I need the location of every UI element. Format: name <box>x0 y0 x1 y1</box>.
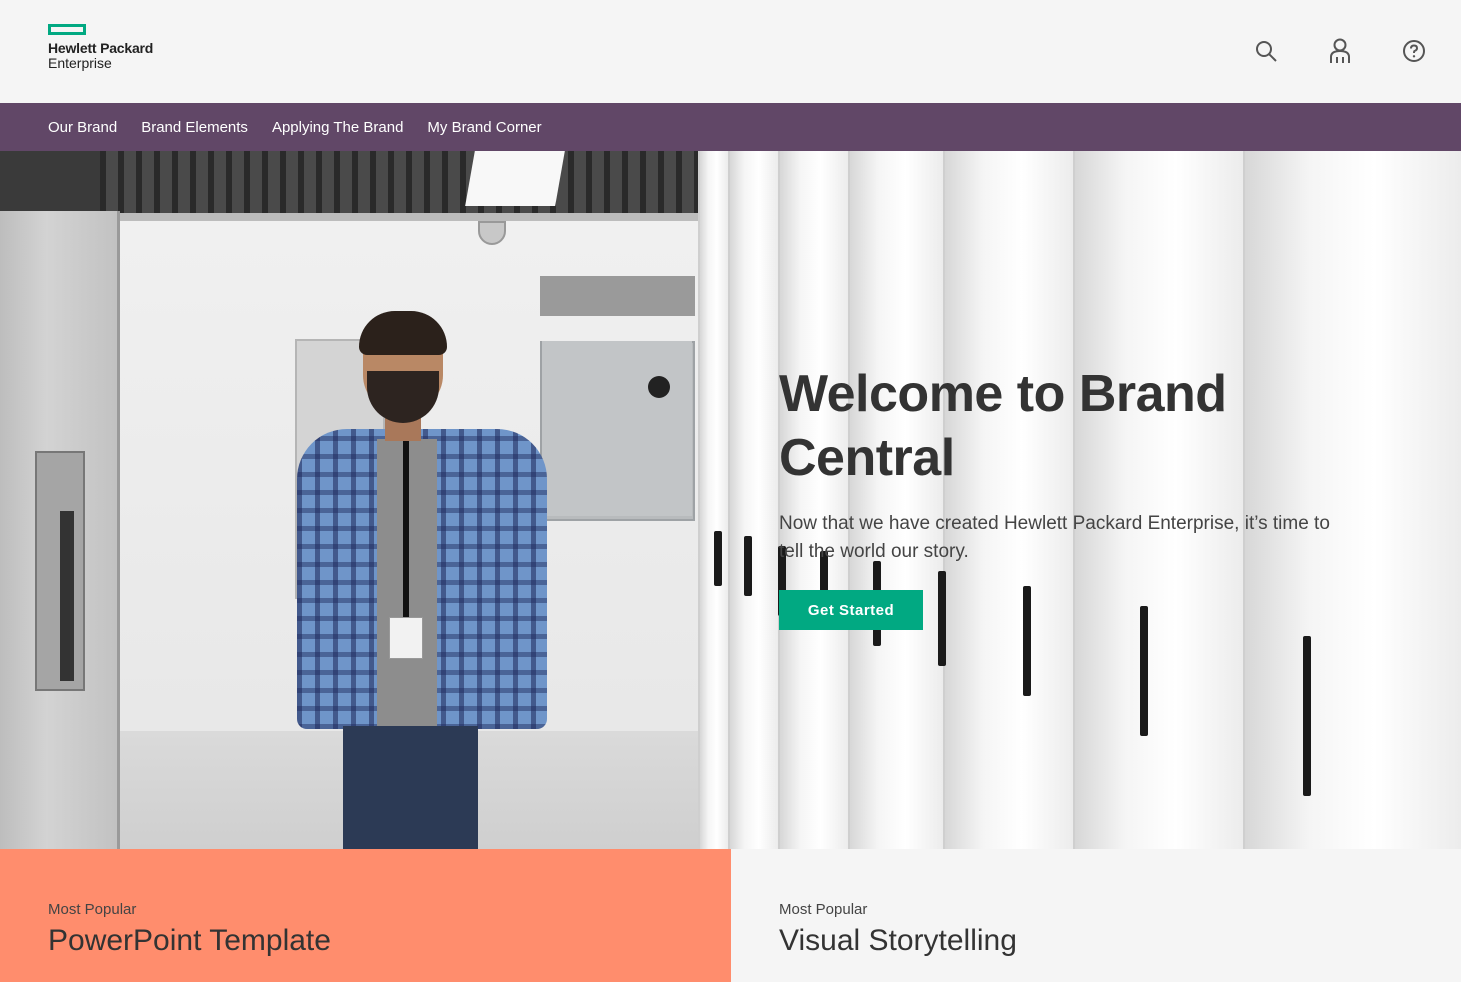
logo-text-line2: Enterprise <box>48 55 112 71</box>
hero-subtitle: Now that we have created Hewlett Packard… <box>779 513 1330 562</box>
help-icon[interactable] <box>1401 38 1427 64</box>
card-title: Visual Storytelling <box>779 924 1017 957</box>
hero-person <box>285 311 555 849</box>
card-kicker: Most Popular <box>779 901 868 918</box>
header-icons <box>1253 38 1427 64</box>
card-powerpoint-template[interactable]: Most Popular PowerPoint Template <box>0 849 731 982</box>
hero-title: Welcome to Brand Central <box>779 365 1227 487</box>
nav-item-applying-the-brand[interactable]: Applying The Brand <box>272 119 403 136</box>
card-title: PowerPoint Template <box>48 924 331 957</box>
get-started-button[interactable]: Get Started <box>779 590 923 630</box>
hero-text: Welcome to Brand Central Now that we hav… <box>779 362 1359 566</box>
nav-item-my-brand-corner[interactable]: My Brand Corner <box>427 119 541 136</box>
logo-text-line1: Hewlett Packard <box>48 40 154 56</box>
search-icon[interactable] <box>1253 38 1279 64</box>
site-header: Hewlett Packard Enterprise <box>0 0 1461 103</box>
nav-item-our-brand[interactable]: Our Brand <box>48 119 117 136</box>
card-kicker: Most Popular <box>48 901 137 918</box>
logo-mark-icon <box>48 24 86 35</box>
user-icon[interactable] <box>1327 38 1353 64</box>
nav-item-brand-elements[interactable]: Brand Elements <box>141 119 248 136</box>
card-visual-storytelling[interactable]: Most Popular Visual Storytelling <box>731 849 1461 982</box>
hpe-logo[interactable]: Hewlett Packard Enterprise <box>48 24 153 71</box>
main-nav: Our Brand Brand Elements Applying The Br… <box>0 103 1461 151</box>
hero-photo-left <box>0 151 698 849</box>
